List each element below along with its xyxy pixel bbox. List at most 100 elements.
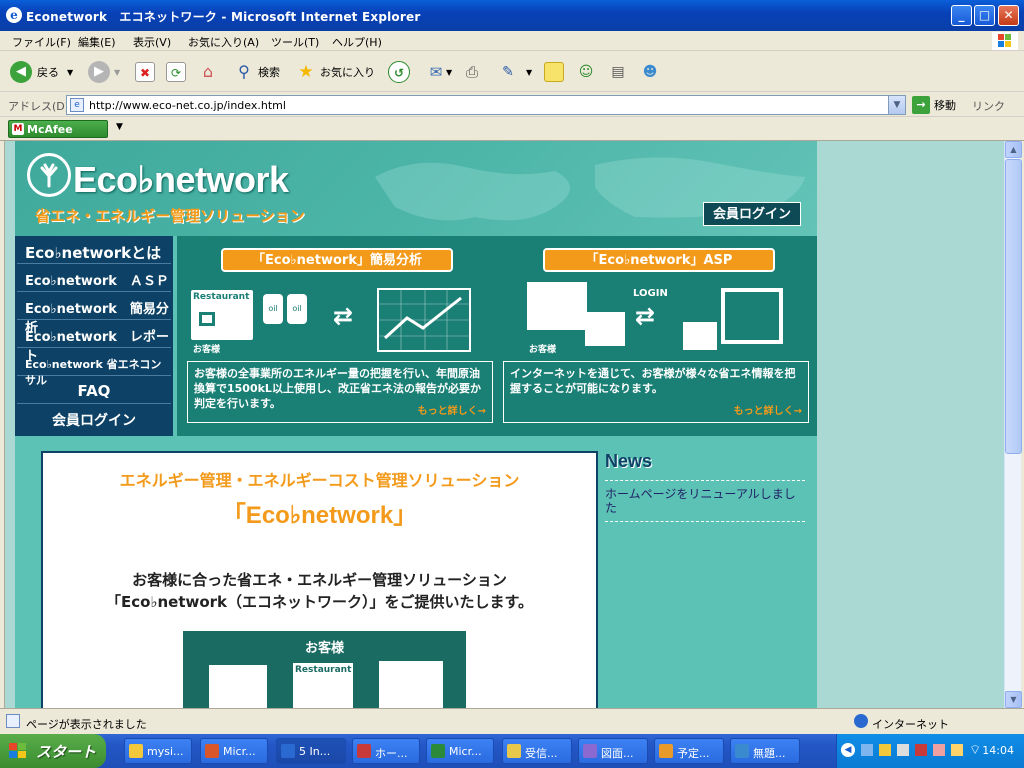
task-label: 5 In... bbox=[299, 745, 331, 758]
window-titlebar[interactable]: e Econetwork エコネットワーク - Microsoft Intern… bbox=[0, 0, 1024, 31]
vertical-scrollbar[interactable]: ▲ ▼ bbox=[1004, 141, 1022, 708]
clock[interactable]: 14:04 bbox=[982, 744, 1014, 757]
restaurant-sign: Restaurant bbox=[295, 665, 352, 675]
mcafee-dropdown-icon[interactable]: ▼ bbox=[116, 122, 123, 132]
news-item[interactable]: ホームページをリニューアルしました bbox=[605, 480, 805, 522]
scroll-thumb[interactable] bbox=[1005, 159, 1022, 454]
mcafee-tray-icon[interactable] bbox=[915, 744, 927, 756]
member-login-button[interactable]: 会員ログイン bbox=[703, 202, 801, 226]
start-button[interactable]: スタート bbox=[0, 734, 106, 768]
internet-globe-icon bbox=[854, 714, 868, 728]
menu-favorites[interactable]: お気に入り(A) bbox=[188, 34, 259, 50]
address-input[interactable]: e http://www.eco-net.co.jp/index.html ▼ bbox=[66, 95, 906, 115]
edit-button[interactable]: ✎ ▼ bbox=[498, 59, 532, 85]
links-button[interactable]: リンク bbox=[972, 98, 1005, 114]
history-button[interactable]: ↺ bbox=[388, 59, 410, 85]
home-icon: ⌂ bbox=[202, 62, 214, 81]
computer-monitor-icon bbox=[585, 312, 625, 346]
edit-dropdown-icon[interactable]: ▼ bbox=[526, 68, 532, 77]
contacts-button[interactable]: ☻ bbox=[640, 59, 660, 85]
back-dropdown-icon[interactable]: ▼ bbox=[67, 68, 73, 77]
tray-expand-icon[interactable]: ◀ bbox=[841, 743, 855, 757]
back-label: 戻る bbox=[37, 66, 59, 79]
simple-analysis-title[interactable]: 「Eco♭network」簡易分析 bbox=[221, 248, 453, 272]
main-description-line2: 「Eco♭network（エコネットワーク）」をご提供いたします。 bbox=[105, 593, 534, 611]
login-label: LOGIN bbox=[633, 288, 668, 299]
mail-dropdown-icon[interactable]: ▼ bbox=[446, 68, 452, 77]
print-button[interactable]: ⎙ bbox=[462, 59, 482, 85]
simple-analysis-box: お客様の全事業所のエネルギー量の把握を行い、年間原油換算で1500kL以上使用し… bbox=[187, 361, 493, 423]
site-header: Eco♭network 省エネ・エネルギー管理ソリューション 会員ログイン bbox=[15, 141, 817, 236]
task-excel[interactable]: Micr... bbox=[426, 738, 494, 764]
task-inbox[interactable]: 受信... bbox=[502, 738, 572, 764]
menu-file[interactable]: ファイル(F) bbox=[12, 34, 71, 50]
mcafee-button[interactable]: M McAfee bbox=[8, 120, 108, 138]
task-powerpoint[interactable]: Micr... bbox=[200, 738, 268, 764]
page-icon: e bbox=[70, 98, 84, 112]
menu-tools[interactable]: ツール(T) bbox=[271, 34, 319, 50]
task-mysite[interactable]: mysi... bbox=[124, 738, 192, 764]
search-label: 検索 bbox=[258, 66, 280, 79]
close-button[interactable]: ✕ bbox=[998, 5, 1019, 26]
oil-barrel-icon: oil bbox=[287, 294, 307, 324]
task-home[interactable]: ホー... bbox=[352, 738, 420, 764]
asp-more-link[interactable]: もっと詳しく→ bbox=[734, 404, 802, 419]
home-button[interactable]: ⌂ bbox=[198, 59, 218, 85]
taskbar: スタート mysi... Micr... 5 In... ホー... Micr.… bbox=[0, 734, 1024, 768]
back-button[interactable]: ◀ 戻る ▼ bbox=[10, 59, 73, 85]
menu-bar: ファイル(F) 編集(E) 表示(V) お気に入り(A) ツール(T) ヘルプ(… bbox=[0, 31, 1024, 51]
main-content-box: エネルギー管理・エネルギーコスト管理ソリューション 「Eco♭network」 … bbox=[41, 451, 598, 708]
task-schedule[interactable]: 予定... bbox=[654, 738, 724, 764]
go-button[interactable]: → 移動 bbox=[912, 95, 956, 115]
task-internet-explorer[interactable]: 5 In... bbox=[276, 738, 346, 764]
nav-faq[interactable]: FAQ bbox=[17, 378, 171, 404]
address-dropdown-icon[interactable]: ▼ bbox=[888, 96, 905, 114]
nav-consulting[interactable]: Eco♭network 省エネコンサル bbox=[17, 350, 171, 387]
nav-asp[interactable]: Eco♭network ＡＳＰ bbox=[17, 266, 171, 292]
forward-button[interactable]: ▶ ▼ bbox=[88, 59, 120, 85]
tray-app-icon[interactable] bbox=[879, 744, 891, 756]
mcafee-shield-icon: M bbox=[12, 123, 24, 135]
scroll-down-icon[interactable]: ▼ bbox=[1005, 691, 1022, 708]
nav-about[interactable]: Eco♭networkとは bbox=[17, 238, 171, 264]
scroll-up-icon[interactable]: ▲ bbox=[1005, 141, 1022, 158]
feature-panel: 「Eco♭network」簡易分析 Restaurant oil oil お客様… bbox=[177, 236, 817, 436]
nav-report[interactable]: Eco♭network レポート bbox=[17, 322, 171, 364]
task-drawing[interactable]: 図面... bbox=[578, 738, 648, 764]
star-icon: ★ bbox=[298, 62, 314, 82]
menu-help[interactable]: ヘルプ(H) bbox=[332, 34, 382, 50]
forward-arrow-icon: ▶ bbox=[88, 61, 110, 83]
discuss-button[interactable] bbox=[544, 59, 564, 85]
nav-member-login[interactable]: 会員ログイン bbox=[17, 406, 171, 432]
simple-analysis-more-link[interactable]: もっと詳しく→ bbox=[418, 404, 486, 419]
task-label: Micr... bbox=[223, 745, 256, 758]
tray-app-icon[interactable] bbox=[933, 744, 945, 756]
network-icon[interactable] bbox=[861, 744, 873, 756]
site-logo-text[interactable]: Eco♭network bbox=[73, 159, 289, 201]
main-subtitle: エネルギー管理・エネルギーコスト管理ソリューション bbox=[119, 471, 520, 490]
asp-title[interactable]: 「Eco♭network」ASP bbox=[543, 248, 775, 272]
security-zone: インターネット bbox=[872, 718, 949, 731]
mcafee-icon bbox=[357, 744, 371, 758]
favorites-button[interactable]: ★ お気に入り bbox=[296, 59, 375, 85]
tray-app-icon[interactable] bbox=[897, 744, 909, 756]
mcafee-label: McAfee bbox=[27, 123, 73, 136]
refresh-button[interactable]: ⟳ bbox=[166, 59, 186, 85]
menu-edit[interactable]: 編集(E) bbox=[78, 34, 116, 50]
messenger-button[interactable]: ☺ bbox=[576, 59, 596, 85]
left-navigation: Eco♭networkとは Eco♭network ＡＳＰ Eco♭networ… bbox=[15, 236, 173, 436]
wireless-icon[interactable]: ⌔ bbox=[969, 742, 981, 758]
print-icon: ⎙ bbox=[465, 63, 478, 81]
search-button[interactable]: ⚲ 検索 bbox=[234, 59, 280, 85]
minimize-button[interactable]: _ bbox=[951, 5, 972, 26]
stop-button[interactable]: ✖ bbox=[135, 59, 155, 85]
task-untitled[interactable]: 無題... bbox=[730, 738, 800, 764]
mail-button[interactable]: ✉ ▼ bbox=[426, 59, 452, 85]
research-button[interactable]: ▤ bbox=[608, 59, 628, 85]
forward-dropdown-icon[interactable]: ▼ bbox=[114, 68, 120, 77]
maximize-button[interactable]: □ bbox=[974, 5, 995, 26]
tray-app-icon[interactable] bbox=[951, 744, 963, 756]
toolbar: ◀ 戻る ▼ ▶ ▼ ✖ ⟳ ⌂ ⚲ 検索 ★ お気に入り ↺ ✉ ▼ ⎙ ✎ … bbox=[0, 52, 1024, 92]
nav-simple-analysis[interactable]: Eco♭network 簡易分析 bbox=[17, 294, 171, 336]
menu-view[interactable]: 表示(V) bbox=[133, 34, 171, 50]
